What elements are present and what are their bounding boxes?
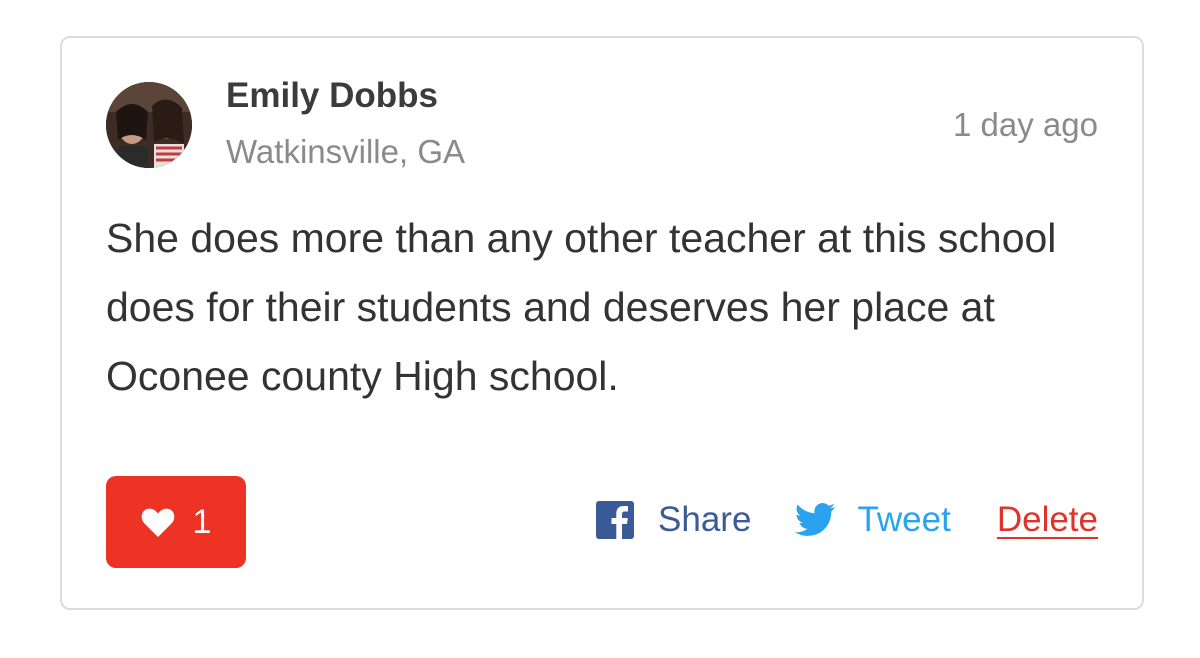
avatar[interactable] [106, 82, 192, 168]
heart-icon [141, 508, 174, 537]
review-card: Emily Dobbs Watkinsville, GA 1 day ago S… [60, 36, 1144, 610]
facebook-icon [596, 501, 635, 539]
share-button[interactable]: Share [596, 500, 751, 540]
share-label: Share [658, 500, 752, 539]
author-name[interactable]: Emily Dobbs [226, 76, 438, 116]
delete-link[interactable]: Delete [997, 500, 1098, 540]
author-location: Watkinsville, GA [226, 133, 465, 170]
post-actions: Share Tweet Delete [596, 500, 1098, 540]
tweet-button[interactable]: Tweet [795, 500, 951, 540]
review-body: She does more than any other teacher at … [106, 215, 1057, 399]
tweet-label: Tweet [857, 500, 951, 539]
timestamp: 1 day ago [953, 106, 1098, 143]
twitter-bird-icon [795, 503, 836, 536]
like-count: 1 [192, 502, 212, 541]
like-button[interactable]: 1 [106, 476, 246, 568]
